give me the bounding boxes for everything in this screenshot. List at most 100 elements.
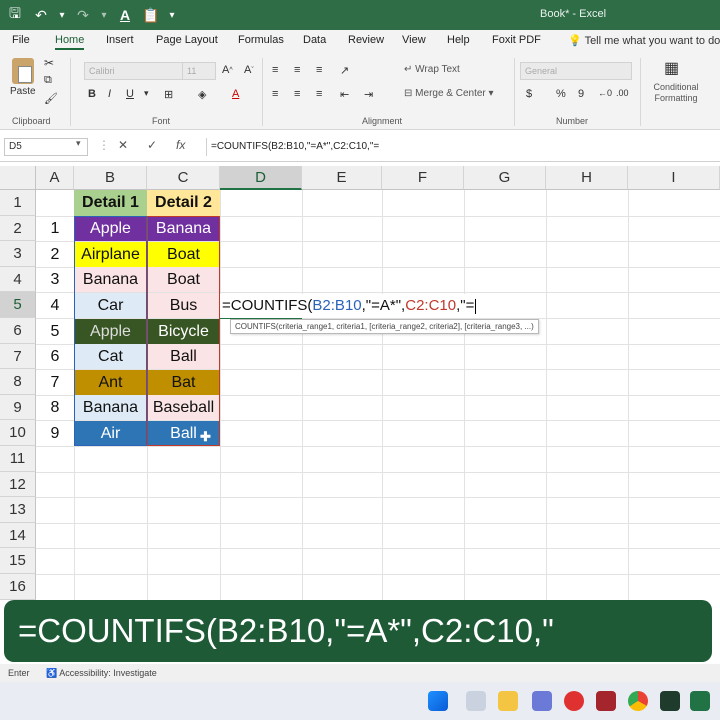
cell-b4[interactable]: Banana <box>74 267 147 293</box>
column-header-a[interactable]: A <box>36 166 74 190</box>
cell-a10[interactable]: 9 <box>36 421 74 446</box>
tab-review[interactable]: Review <box>348 34 384 46</box>
cell-a8[interactable]: 7 <box>36 370 74 395</box>
select-all-corner[interactable] <box>0 166 36 190</box>
format-painter-icon[interactable]: 🖌 <box>44 92 58 105</box>
chrome-icon[interactable] <box>628 691 648 711</box>
tab-data[interactable]: Data <box>303 34 326 46</box>
column-header-h[interactable]: H <box>546 166 628 190</box>
tab-formulas[interactable]: Formulas <box>238 34 284 46</box>
cell-a6[interactable]: 5 <box>36 319 74 344</box>
align-center-icon[interactable]: ≡ <box>294 88 300 100</box>
cell-b7[interactable]: Cat <box>74 344 147 370</box>
save-icon[interactable]: 🖫 <box>4 4 26 26</box>
cell-b9[interactable]: Banana <box>74 395 147 421</box>
decrease-decimal-icon[interactable]: .00 <box>616 88 629 98</box>
cell-b8[interactable]: Ant <box>74 369 147 395</box>
function-tooltip[interactable]: COUNTIFS(criteria_range1, criteria1, [cr… <box>230 319 539 334</box>
underline-dropdown-icon[interactable]: ▾ <box>144 88 149 99</box>
column-header-d[interactable]: D <box>220 166 302 190</box>
row-header-14[interactable]: 14 <box>0 522 36 549</box>
row-header-1[interactable]: 1 <box>0 190 36 216</box>
conditional-formatting-button[interactable]: Conditional Formatting <box>646 82 706 104</box>
row-header-11[interactable]: 11 <box>0 446 36 472</box>
row-header-2[interactable]: 2 <box>0 215 36 242</box>
redo-dropdown-icon[interactable]: ▾ <box>98 4 110 26</box>
column-header-e[interactable]: E <box>302 166 382 190</box>
cell-a3[interactable]: 2 <box>36 242 74 267</box>
row-header-7[interactable]: 7 <box>0 343 36 370</box>
cell-b1[interactable]: Detail 1 <box>74 190 147 216</box>
row-header-6[interactable]: 6 <box>0 318 36 344</box>
undo-icon[interactable]: ↶ <box>30 4 52 26</box>
conditional-formatting-icon[interactable]: ▦ <box>664 58 679 78</box>
access-icon[interactable] <box>596 691 616 711</box>
font-color-icon[interactable]: A <box>114 4 136 26</box>
opera-icon[interactable] <box>564 691 584 711</box>
excel-taskbar-icon[interactable] <box>690 691 710 711</box>
cell-c3[interactable]: Boat <box>147 241 220 267</box>
row-header-4[interactable]: 4 <box>0 266 36 293</box>
column-header-i[interactable]: I <box>628 166 720 190</box>
formula-input[interactable]: =COUNTIFS(B2:B10,"=A*",C2:C10,"= <box>206 138 716 156</box>
comma-button[interactable]: 9 <box>578 88 584 100</box>
number-format-select[interactable]: General <box>520 62 632 80</box>
row-header-12[interactable]: 12 <box>0 471 36 498</box>
tell-me-box[interactable]: 💡 Tell me what you want to do <box>568 34 720 47</box>
cell-c2[interactable]: Banana <box>147 216 220 242</box>
tab-page-layout[interactable]: Page Layout <box>156 34 218 46</box>
row-header-9[interactable]: 9 <box>0 394 36 421</box>
align-left-icon[interactable]: ≡ <box>272 88 278 100</box>
app-icon[interactable] <box>532 691 552 711</box>
copy-icon[interactable]: ⧉ <box>44 74 52 87</box>
row-header-5[interactable]: 5 <box>0 292 36 318</box>
decrease-font-icon[interactable]: Aˇ <box>244 64 254 76</box>
currency-button[interactable]: $ <box>526 88 532 100</box>
increase-font-icon[interactable]: A ^ <box>222 64 233 76</box>
paste-button[interactable]: Paste <box>10 86 36 97</box>
cell-c5[interactable]: Bus <box>147 292 220 318</box>
align-top-icon[interactable]: ≡ <box>272 64 278 76</box>
cell-b10[interactable]: Air <box>74 420 147 446</box>
terminal-icon[interactable] <box>660 691 680 711</box>
cell-d5-editing[interactable]: =COUNTIFS(B2:B10,"=A*",C2:C10,"= <box>220 294 477 318</box>
cut-icon[interactable]: ✂ <box>44 56 54 70</box>
tab-file[interactable]: File <box>12 34 30 46</box>
tab-insert[interactable]: Insert <box>106 34 134 46</box>
cancel-entry-button[interactable]: ✕ <box>118 138 128 152</box>
percent-button[interactable]: % <box>556 88 566 100</box>
row-header-16[interactable]: 16 <box>0 574 36 600</box>
cell-b3[interactable]: Airplane <box>74 241 147 267</box>
tab-foxit-pdf[interactable]: Foxit PDF <box>492 34 541 46</box>
cell-b2[interactable]: Apple <box>74 216 147 242</box>
clipboard-icon[interactable]: 📋 <box>140 4 162 26</box>
worksheet-grid[interactable]: A B C D E F G H I 1 2 3 4 5 6 7 8 9 10 11 12 13 14 15 1… <box>0 166 720 600</box>
cell-a5[interactable]: 4 <box>36 293 74 318</box>
accessibility-status[interactable]: ♿ Accessibility: Investigate <box>46 664 157 682</box>
name-box-dropdown-icon[interactable]: ▾ <box>76 138 81 149</box>
column-header-f[interactable]: F <box>382 166 464 190</box>
cell-c1[interactable]: Detail 2 <box>147 190 220 216</box>
increase-decimal-icon[interactable]: ←0 <box>598 88 612 98</box>
merge-center-button[interactable]: ⊟ Merge & Center ▾ <box>404 88 494 99</box>
tab-view[interactable]: View <box>402 34 426 46</box>
cell-c8[interactable]: Bat <box>147 369 220 395</box>
cell-b6[interactable]: Apple <box>74 318 147 344</box>
row-header-15[interactable]: 15 <box>0 548 36 574</box>
column-header-c[interactable]: C <box>147 166 220 190</box>
cell-c9[interactable]: Baseball <box>147 395 220 421</box>
font-name-select[interactable]: Calibri <box>84 62 190 80</box>
underline-button[interactable]: U <box>126 88 134 100</box>
enter-entry-button[interactable]: ✓ <box>147 138 157 152</box>
file-explorer-icon[interactable] <box>498 691 518 711</box>
cell-a9[interactable]: 8 <box>36 395 74 420</box>
insert-function-button[interactable]: fx <box>176 138 185 152</box>
redo-icon[interactable]: ↷ <box>72 4 94 26</box>
bold-button[interactable]: B <box>88 88 96 100</box>
font-color-button-icon[interactable]: A <box>232 88 239 100</box>
customize-qat-icon[interactable]: ▾ <box>166 4 178 26</box>
increase-indent-icon[interactable]: ⇥ <box>364 88 373 101</box>
row-header-3[interactable]: 3 <box>0 241 36 267</box>
row-header-10[interactable]: 10 <box>0 420 36 446</box>
row-header-8[interactable]: 8 <box>0 369 36 395</box>
